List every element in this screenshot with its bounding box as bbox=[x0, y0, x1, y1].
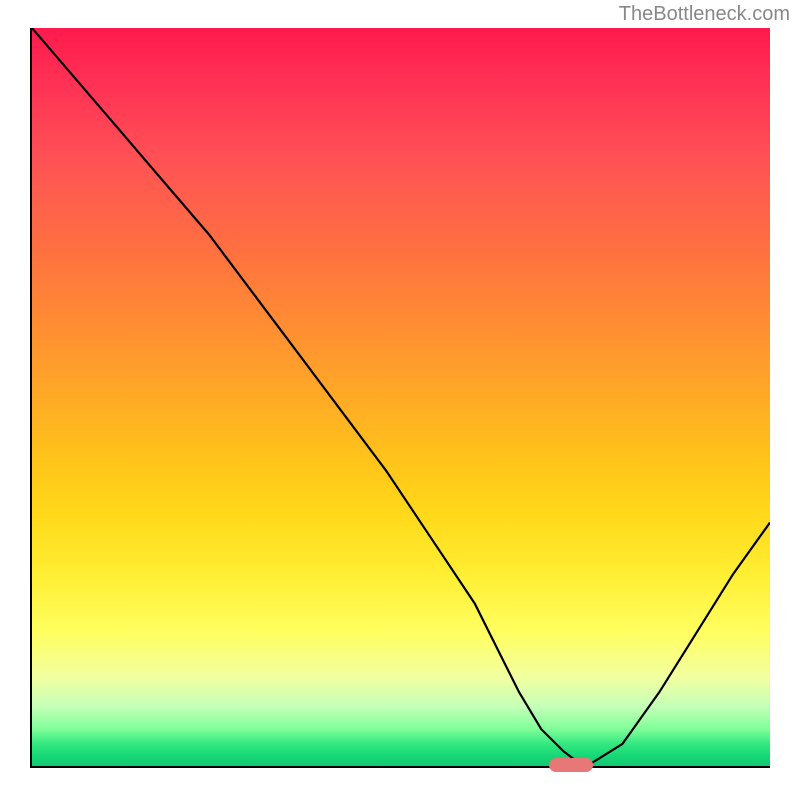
chart-area bbox=[30, 28, 770, 768]
chart-marker bbox=[549, 758, 593, 772]
chart-curve bbox=[32, 28, 770, 766]
watermark-text: TheBottleneck.com bbox=[619, 3, 790, 26]
